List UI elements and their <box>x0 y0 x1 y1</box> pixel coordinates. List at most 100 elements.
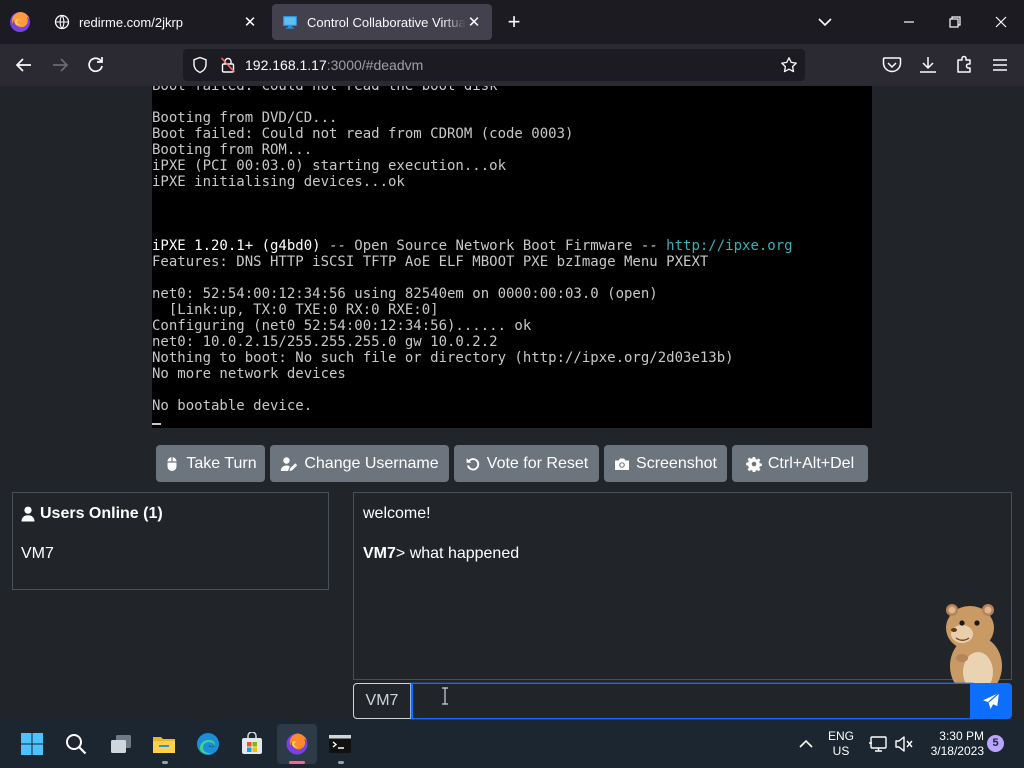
network-display-icon[interactable] <box>868 734 890 754</box>
ipxe-banner-line: iPXE 1.20.1+ (g4bd0) -- Open Source Netw… <box>152 238 793 254</box>
send-message-button[interactable] <box>970 683 1012 719</box>
chevron-up-icon[interactable] <box>796 734 816 754</box>
users-online-title: Users Online (1) <box>40 505 163 522</box>
close-tab-icon[interactable]: ✕ <box>466 13 482 31</box>
ipxe-description: -- Open Source Network Boot Firmware -- <box>320 238 667 254</box>
minimize-icon[interactable] <box>897 10 921 34</box>
close-tab-icon[interactable]: ✕ <box>242 13 258 31</box>
url-host: 192.168.1.17 <box>245 57 327 73</box>
firefox-menu-icon[interactable] <box>8 10 32 34</box>
star-bookmark-icon[interactable] <box>780 56 798 74</box>
speaker-muted-icon[interactable] <box>894 734 914 754</box>
chat-username-label: VM7 <box>353 683 411 719</box>
vm-console-line: net0: 52:54:00:12:34:56 using 82540em on… <box>152 286 658 302</box>
vm-console-line: No bootable device. <box>152 398 313 414</box>
new-tab-button[interactable]: + <box>500 8 528 36</box>
users-online-panel: Users Online (1) VM7 <box>12 492 329 590</box>
vm-console-line: Nothing to boot: No such file or directo… <box>152 350 734 366</box>
url-path: :3000/#deadvm <box>326 57 424 73</box>
file-explorer-icon[interactable] <box>152 732 176 756</box>
restore-icon[interactable] <box>943 10 967 34</box>
address-bar[interactable]: 192.168.1.17:3000/#deadvm <box>183 49 805 81</box>
reload-icon[interactable] <box>83 53 109 77</box>
tab-title: Control Collaborative Virtual M <box>307 14 466 30</box>
back-arrow-icon[interactable] <box>11 53 37 77</box>
chat-input[interactable] <box>411 683 972 719</box>
clock[interactable]: 3:30 PM 3/18/2023 <box>920 729 984 759</box>
users-online-heading: Users Online (1) <box>21 505 163 523</box>
chat-panel: welcome! VM7> what happened <box>353 492 1012 680</box>
forward-arrow-icon[interactable] <box>47 53 73 77</box>
text-cursor-icon <box>442 687 448 705</box>
insecure-lock-icon[interactable] <box>219 56 237 74</box>
vm-console-line: net0: 10.0.2.15/255.255.255.0 gw 10.0.2.… <box>152 334 498 350</box>
vm-console-line: iPXE (PCI 00:03.0) starting execution...… <box>152 158 507 174</box>
microsoft-store-icon[interactable] <box>240 732 264 756</box>
language-code: ENG <box>827 729 854 743</box>
vm-console-line: Boot failed: Could not read from CDROM (… <box>152 126 574 142</box>
take-turn-label: Take Turn <box>186 454 257 472</box>
change-username-button[interactable]: Change Username <box>270 445 449 482</box>
mouse-icon <box>167 456 177 471</box>
paper-plane-icon <box>983 692 1000 709</box>
clock-time: 3:30 PM <box>939 729 984 743</box>
extensions-puzzle-icon[interactable] <box>953 54 975 76</box>
chat-message-text: > what happened <box>395 545 520 562</box>
pocket-icon[interactable] <box>881 54 903 76</box>
ctrl-alt-del-label: Ctrl+Alt+Del <box>767 454 855 472</box>
user-icon <box>21 506 35 522</box>
tab-collabvm[interactable]: Control Collaborative Virtual M ✕ <box>272 4 492 40</box>
take-turn-button[interactable]: Take Turn <box>156 445 265 482</box>
chat-message-text: welcome! <box>363 505 431 522</box>
clock-date: 3/18/2023 <box>930 744 984 758</box>
tab-redirme[interactable]: redirme.com/2jkrp ✕ <box>44 4 268 40</box>
chevron-down-icon[interactable] <box>814 12 836 32</box>
vm-console-line: No more network devices <box>152 366 346 382</box>
gear-icon <box>746 456 762 472</box>
vm-console-line: iPXE initialising devices...ok <box>152 174 405 190</box>
vote-reset-label: Vote for Reset <box>486 454 589 472</box>
vm-console-line: Configuring (net0 52:54:00:12:34:56)....… <box>152 318 532 334</box>
camera-icon <box>615 458 630 470</box>
vm-console-line: [Link:up, TX:0 TXE:0 RX:0 RXE:0] <box>152 302 439 318</box>
chat-message-user: VM7 <box>363 545 396 562</box>
region-code: US <box>832 744 850 758</box>
globe-icon <box>54 14 70 30</box>
screenshot-button[interactable]: Screenshot <box>604 445 727 482</box>
ipxe-version: iPXE 1.20.1+ (g4bd0) <box>152 238 321 254</box>
running-indicator <box>162 761 168 764</box>
close-window-icon[interactable] <box>989 10 1013 34</box>
vm-console-line: Booting from ROM... <box>152 142 313 158</box>
change-username-label: Change Username <box>304 454 439 472</box>
vm-console-line: Boot failed: Could not read the boot dis… <box>152 86 498 94</box>
screenshot-label: Screenshot <box>636 454 717 472</box>
rotate-left-icon <box>466 457 479 470</box>
running-indicator <box>338 761 344 764</box>
chat-message: welcome! <box>363 505 431 523</box>
url-text[interactable]: 192.168.1.17:3000/#deadvm <box>245 57 423 73</box>
notification-badge[interactable]: 5 <box>987 735 1004 752</box>
tab-title: redirme.com/2jkrp <box>79 14 184 30</box>
shield-icon[interactable] <box>191 56 209 74</box>
vote-reset-button[interactable]: Vote for Reset <box>454 445 599 482</box>
task-view-icon[interactable] <box>109 732 133 756</box>
vm-display[interactable]: Boot failed: Could not read the boot dis… <box>152 86 872 428</box>
ipxe-link: http://ipxe.org <box>666 238 793 254</box>
vm-console-line: Booting from DVD/CD... <box>152 110 338 126</box>
firefox-taskbar-icon[interactable] <box>285 732 309 756</box>
vm-console-line: Features: DNS HTTP iSCSI TFTP AoE ELF MB… <box>152 254 709 270</box>
terminal-icon[interactable] <box>328 732 352 756</box>
search-icon[interactable] <box>64 732 88 756</box>
terminal-cursor <box>152 423 161 425</box>
hamburger-menu-icon[interactable] <box>989 54 1011 76</box>
browser-tab-bar: redirme.com/2jkrp ✕ Control Collaborativ… <box>0 0 1024 44</box>
user-list-item[interactable]: VM7 <box>21 545 54 563</box>
download-icon[interactable] <box>917 54 939 76</box>
edge-browser-icon[interactable] <box>196 732 220 756</box>
chat-message: VM7> what happened <box>363 545 519 563</box>
windows-start-icon[interactable] <box>20 732 44 756</box>
input-language[interactable]: ENG US <box>825 729 857 759</box>
ctrl-alt-del-button[interactable]: Ctrl+Alt+Del <box>732 445 868 482</box>
active-app-indicator <box>289 761 305 764</box>
monitor-icon <box>283 16 297 29</box>
